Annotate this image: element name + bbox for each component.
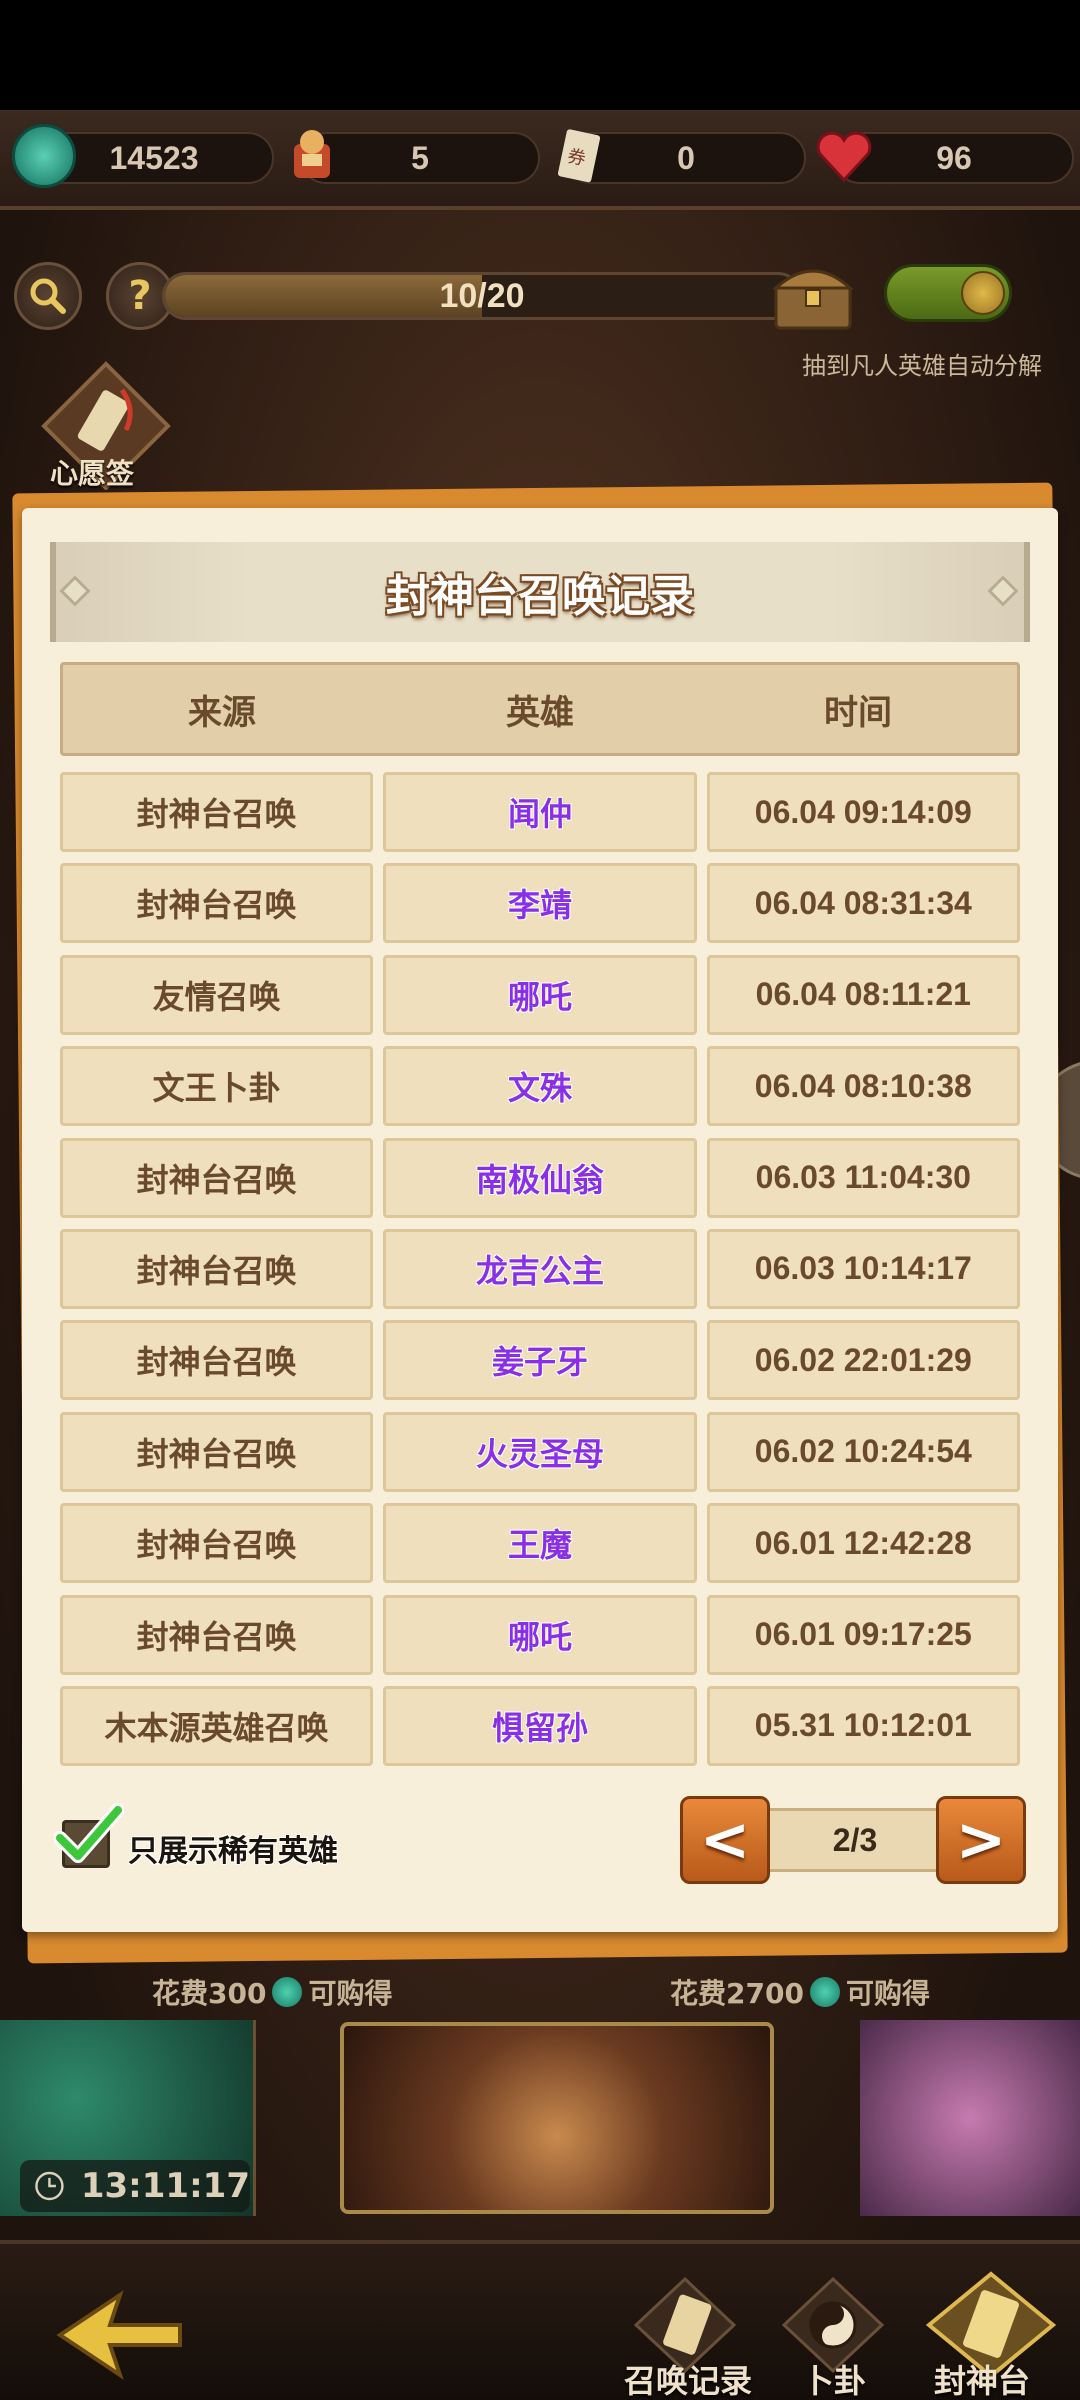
cost-left: 花费300 可购得 xyxy=(152,1977,393,2010)
table-row: 封神台召唤 南极仙翁 06.03 11:04:30 xyxy=(60,1137,1020,1218)
hero-cell[interactable]: 闻仲 xyxy=(383,772,697,852)
table-row: 封神台召唤 火灵圣母 06.02 10:24:54 xyxy=(60,1411,1020,1492)
time-cell: 06.02 10:24:54 xyxy=(706,1411,1020,1492)
source-cell: 木本源英雄召唤 xyxy=(60,1685,374,1766)
source-cell: 封神台召唤 xyxy=(60,1320,374,1401)
source-cell: 封神台召唤 xyxy=(60,1137,374,1218)
prev-page-button[interactable]: < xyxy=(680,1796,770,1884)
hero-cell[interactable]: 王魔 xyxy=(383,1503,697,1584)
jade-coin-icon xyxy=(272,1977,303,2007)
table-header: 来源 英雄 时间 xyxy=(60,662,1020,756)
hero-cell[interactable]: 南极仙翁 xyxy=(383,1137,697,1218)
hero-cell[interactable]: 文殊 xyxy=(383,1046,697,1127)
hero-cell[interactable]: 哪吒 xyxy=(383,954,697,1035)
time-cell: 06.01 09:17:25 xyxy=(706,1594,1020,1675)
auto-decompose-toggle[interactable] xyxy=(884,264,1012,322)
table-row: 木本源英雄召唤 惧留孙 05.31 10:12:01 xyxy=(60,1685,1020,1766)
wish-tag-label: 心愿签 xyxy=(50,457,135,490)
hero-cell[interactable]: 李靖 xyxy=(383,863,697,944)
record-list: 封神台召唤 闻仲 06.04 09:14:09 封神台召唤 李靖 06.04 08:31:… xyxy=(60,772,1020,1777)
time-cell: 06.01 12:42:28 xyxy=(706,1503,1020,1584)
time-cell: 06.03 11:04:30 xyxy=(706,1137,1020,1218)
heart-icon xyxy=(812,124,876,188)
hero-cell[interactable]: 龙吉公主 xyxy=(383,1228,697,1309)
source-cell: 封神台召唤 xyxy=(60,1411,374,1492)
source-cell: 封神台召唤 xyxy=(60,772,374,852)
treasure-chest-icon[interactable] xyxy=(770,258,856,332)
page-indicator: 2/3 xyxy=(770,1808,940,1872)
cost-right: 花费2700 可购得 xyxy=(670,1977,930,2010)
table-row: 封神台召唤 李靖 06.04 08:31:34 xyxy=(60,863,1020,944)
time-cell: 06.04 09:14:09 xyxy=(706,772,1020,852)
table-row: 友情召唤 哪吒 06.04 08:11:21 xyxy=(60,954,1020,1035)
header-source: 来源 xyxy=(188,692,256,733)
progress-text: 10/20 xyxy=(439,276,525,315)
source-cell: 封神台召唤 xyxy=(60,1228,374,1309)
resource-bar: 14523 5 0 券 96 xyxy=(0,110,1080,210)
search-button[interactable] xyxy=(14,262,82,330)
summon-card-center[interactable] xyxy=(340,2022,774,2214)
table-row: 封神台召唤 王魔 06.01 12:42:28 xyxy=(60,1503,1020,1584)
chevron-right-icon: > xyxy=(955,1805,1007,1875)
fengshen-platform-label: 封神台 xyxy=(934,2362,1031,2400)
countdown-timer: 13:11:17 xyxy=(20,2160,250,2212)
time-cell: 06.02 22:01:29 xyxy=(706,1320,1020,1401)
check-icon xyxy=(54,1803,124,1863)
header-hero: 英雄 xyxy=(506,692,574,733)
scroll-icon: 券 xyxy=(548,124,612,188)
hero-cell[interactable]: 火灵圣母 xyxy=(383,1411,697,1492)
question-icon: ? xyxy=(128,273,152,319)
search-icon xyxy=(30,278,66,314)
toggle-knob xyxy=(961,271,1005,315)
source-cell: 封神台召唤 xyxy=(60,1503,374,1584)
summon-record-label: 召唤记录 xyxy=(624,2362,753,2400)
table-row: 封神台召唤 闻仲 06.04 09:14:09 xyxy=(60,772,1020,852)
rare-filter-label: 只展示稀有英雄 xyxy=(128,1834,338,1869)
time-cell: 06.04 08:11:21 xyxy=(706,954,1020,1035)
table-row: 封神台召唤 姜子牙 06.02 22:01:29 xyxy=(60,1320,1020,1401)
chevron-left-icon: < xyxy=(699,1805,751,1875)
jade-coin-icon xyxy=(809,1977,840,2007)
table-row: 文王卜卦 文殊 06.04 08:10:38 xyxy=(60,1046,1020,1127)
source-cell: 封神台召唤 xyxy=(60,1594,374,1675)
summon-card-right[interactable] xyxy=(860,2020,1080,2216)
summon-progress-bar: 10/20 xyxy=(162,272,802,320)
status-bar xyxy=(0,0,1080,110)
time-cell: 06.04 08:10:38 xyxy=(706,1046,1020,1127)
time-cell: 06.04 08:31:34 xyxy=(706,863,1020,944)
dialog-title: 封神台召唤记录 xyxy=(386,571,694,622)
header-time: 时间 xyxy=(824,692,892,733)
next-page-button[interactable]: > xyxy=(936,1796,1026,1884)
hero-cell[interactable]: 哪吒 xyxy=(383,1594,697,1675)
jade-coin-icon xyxy=(12,124,76,188)
source-cell: 文王卜卦 xyxy=(60,1046,374,1127)
clock-icon xyxy=(35,2171,64,2201)
source-cell: 友情召唤 xyxy=(60,954,374,1035)
table-row: 封神台召唤 龙吉公主 06.03 10:14:17 xyxy=(60,1228,1020,1309)
source-cell: 封神台召唤 xyxy=(60,863,374,944)
hero-cell[interactable]: 惧留孙 xyxy=(383,1685,697,1766)
hero-token-icon xyxy=(280,124,344,188)
back-arrow-icon[interactable] xyxy=(40,2280,190,2390)
hero-cell[interactable]: 姜子牙 xyxy=(383,1320,697,1401)
time-cell: 05.31 10:12:01 xyxy=(706,1685,1020,1766)
table-row: 封神台召唤 哪吒 06.01 09:17:25 xyxy=(60,1594,1020,1675)
time-cell: 06.03 10:14:17 xyxy=(706,1228,1020,1309)
divination-label: 卜卦 xyxy=(802,2362,867,2400)
auto-decompose-label: 抽到凡人英雄自动分解 xyxy=(802,352,1042,380)
